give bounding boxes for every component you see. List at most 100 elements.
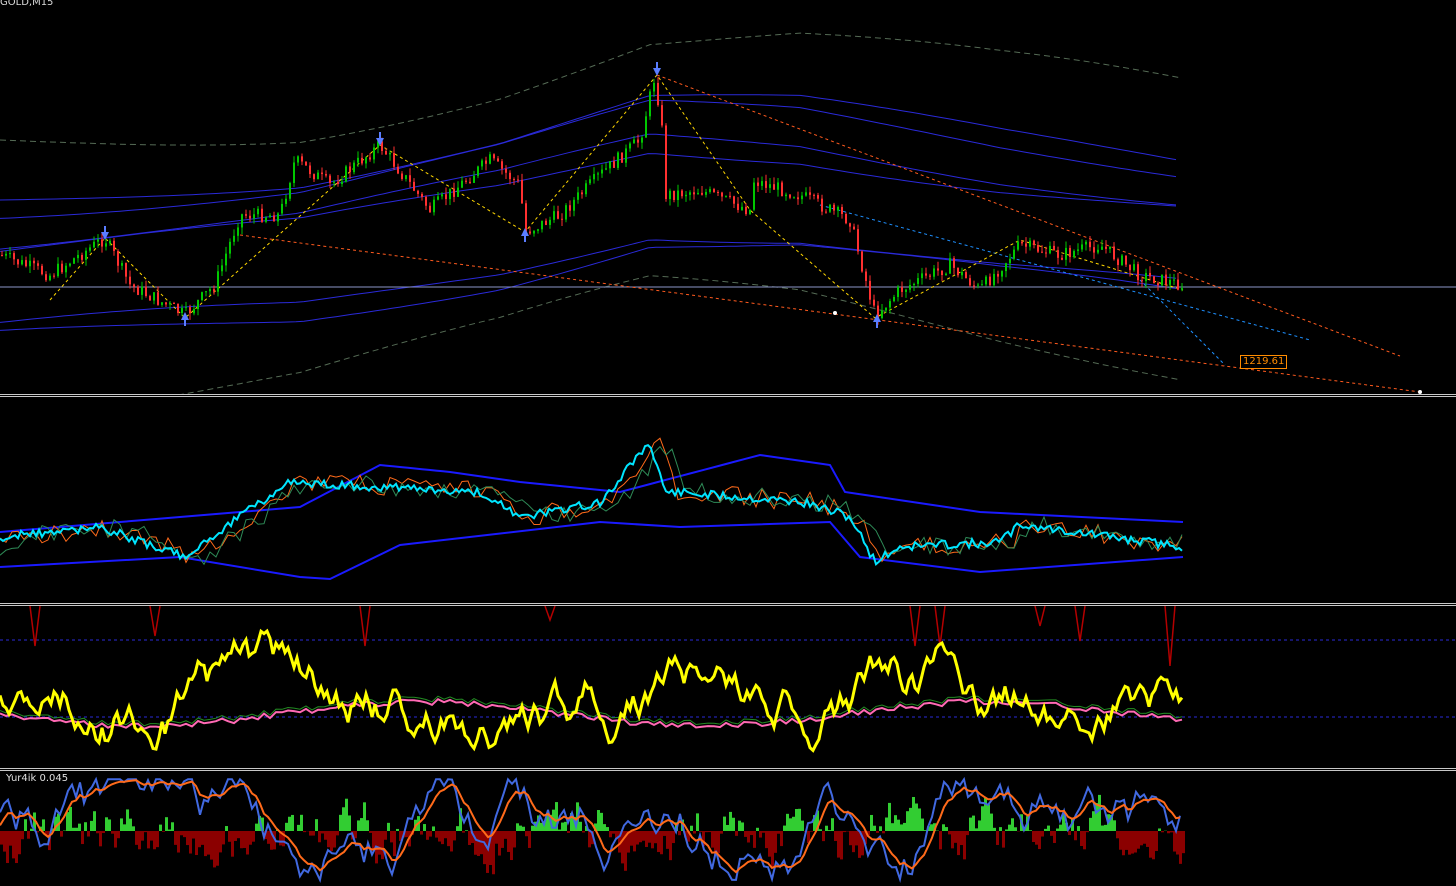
candle-body [829,204,831,212]
histogram-bar [357,820,360,831]
histogram-bar [150,831,153,841]
histogram-bar [720,831,723,834]
histogram-bar [102,831,105,834]
histogram-bar [723,816,726,831]
candle-body [465,180,467,182]
candle-body [545,220,547,225]
candle-body [213,289,215,292]
indicator-pane-3[interactable]: Yur4ik 0.045 [0,771,1456,886]
histogram-bar [588,831,591,848]
histogram-bar [882,831,885,834]
histogram-bar [237,831,240,839]
candle-body [409,175,411,182]
candle-body [29,260,31,267]
histogram-bar [291,814,294,831]
candle-body [697,192,699,195]
candle-body [229,241,231,254]
candle-body [801,195,803,200]
candle-body [345,166,347,182]
candle-body [489,154,491,164]
histogram-bar [333,831,336,848]
candle-body [49,275,51,281]
candle-body [629,143,631,149]
pane-separator[interactable] [0,394,1456,395]
histogram-bar [843,831,846,833]
candle-body [565,205,567,220]
histogram-bar [966,831,969,836]
histogram-bar [648,831,651,843]
histogram-bar [981,806,984,831]
candle-body [521,179,523,204]
candle-body [1045,252,1047,254]
indicator-chart-2[interactable] [0,606,1456,768]
candle-body [457,187,459,197]
candle-body [361,157,363,164]
indicator-pane-2[interactable] [0,606,1456,768]
histogram-bar [192,831,195,839]
histogram-bar [171,822,174,831]
indicator-chart-3[interactable] [0,771,1456,886]
candle-body [537,229,539,231]
candle-body [21,260,23,265]
signal-line [0,697,1183,730]
candle-body [425,196,427,206]
histogram-bar [360,818,363,831]
candle-body [373,147,375,160]
candle-body [541,220,543,230]
candle-body [997,273,999,277]
candle-body [889,301,891,308]
candle-body [737,203,739,210]
histogram-bar [783,825,786,831]
buy-arrow-icon [521,228,529,236]
histogram-bar [540,822,543,831]
pane-separator[interactable] [0,768,1456,769]
histogram-bar [387,822,390,831]
histogram-bar [72,827,75,831]
candle-body [653,82,655,92]
price-chart[interactable] [0,0,1456,394]
candle-body [569,205,571,211]
histogram-bar [942,824,945,831]
price-chart-pane[interactable]: GOLD,M15 1219.61 [0,0,1456,394]
envelope-band [0,133,1177,250]
envelope-band [0,239,1177,323]
candle-body [897,286,899,297]
histogram-bar [447,831,450,847]
histogram-bar [1008,824,1011,831]
histogram-bar [435,831,438,838]
candle-body [245,214,247,216]
marker-dot [833,311,837,315]
histogram-bar [393,831,396,857]
histogram-bar [759,831,762,838]
candle-body [33,260,35,264]
candle-body [185,307,187,309]
histogram-bar [651,831,654,849]
candle-body [1125,255,1127,265]
histogram-bar [1146,831,1149,847]
histogram-bar [384,831,387,840]
indicator-chart-1[interactable] [0,397,1456,603]
histogram-bar [516,823,519,831]
candle-body [553,211,555,220]
histogram-bar [921,818,924,831]
candle-body [1,255,3,256]
pane-separator[interactable] [0,603,1456,604]
candle-body [725,195,727,197]
candle-body [749,209,751,215]
candle-body [949,258,951,274]
indicator-pane-1[interactable] [0,397,1456,603]
histogram-bar [750,831,753,836]
histogram-bar [1122,831,1125,856]
histogram-bar [138,831,141,850]
histogram-bar [741,822,744,831]
candle-body [101,239,103,247]
histogram-bar [1134,831,1137,853]
candle-body [1001,271,1003,277]
histogram-bar [912,796,915,831]
candle-body [685,194,687,197]
candle-body [1121,255,1123,265]
histogram-bar [903,822,906,831]
candle-body [729,195,731,197]
histogram-bar [1056,828,1059,831]
candle-body [325,174,327,176]
